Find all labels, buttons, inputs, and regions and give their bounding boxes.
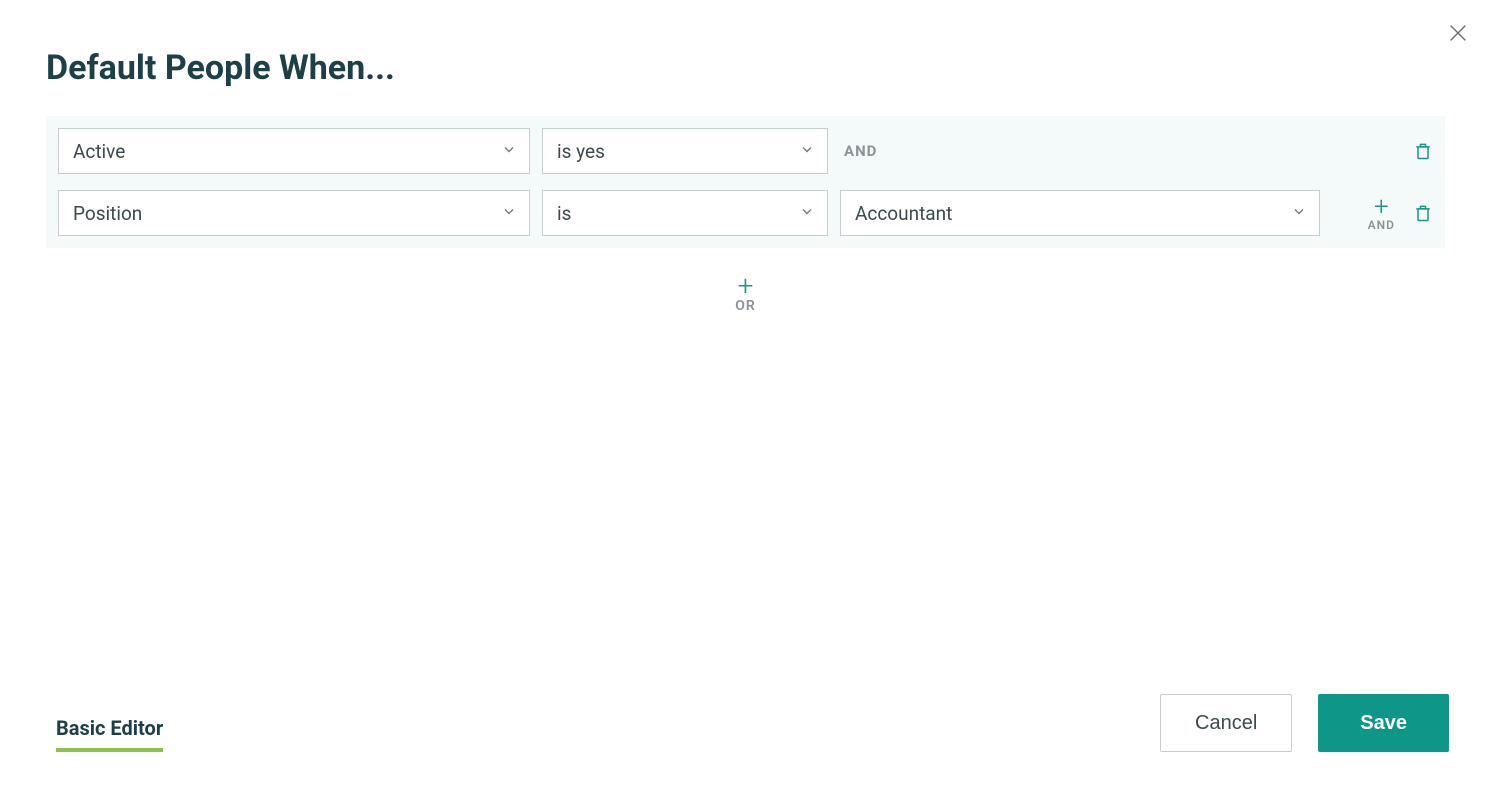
conjunction-label: AND [844, 142, 877, 160]
delete-row-button[interactable] [1413, 202, 1433, 224]
filter-row: Position is Accountant [58, 190, 1433, 236]
chevron-down-icon [501, 202, 517, 225]
filter-group: Active is yes AND [46, 116, 1445, 248]
chevron-down-icon [799, 140, 815, 163]
trash-icon [1413, 140, 1433, 162]
add-and-label: AND [1368, 218, 1395, 232]
close-icon [1447, 22, 1469, 44]
footer: Basic Editor Cancel Save [0, 694, 1491, 752]
operator-select-value: is yes [557, 140, 605, 163]
delete-row-button[interactable] [1413, 140, 1433, 162]
operator-select-value: is [557, 202, 571, 225]
add-or-button[interactable]: + OR [46, 272, 1445, 314]
field-select-value: Position [73, 202, 142, 225]
field-select[interactable]: Position [58, 190, 530, 236]
value-select[interactable]: Accountant [840, 190, 1320, 236]
save-button[interactable]: Save [1318, 694, 1449, 752]
filter-row: Active is yes AND [58, 128, 1433, 174]
operator-select[interactable]: is [542, 190, 828, 236]
trash-icon [1413, 202, 1433, 224]
plus-icon: + [1374, 194, 1389, 220]
basic-editor-link[interactable]: Basic Editor [56, 716, 163, 752]
add-and-button[interactable]: + AND [1368, 194, 1395, 232]
close-button[interactable] [1447, 22, 1469, 48]
plus-icon: + [738, 272, 754, 300]
chevron-down-icon [1291, 202, 1307, 225]
chevron-down-icon [799, 202, 815, 225]
value-select-value: Accountant [855, 202, 952, 225]
field-select[interactable]: Active [58, 128, 530, 174]
operator-select[interactable]: is yes [542, 128, 828, 174]
cancel-button[interactable]: Cancel [1160, 694, 1292, 752]
footer-buttons: Cancel Save [1160, 694, 1449, 752]
page-title: Default People When... [46, 48, 1445, 88]
chevron-down-icon [501, 140, 517, 163]
add-or-label: OR [735, 298, 756, 314]
field-select-value: Active [73, 140, 125, 163]
